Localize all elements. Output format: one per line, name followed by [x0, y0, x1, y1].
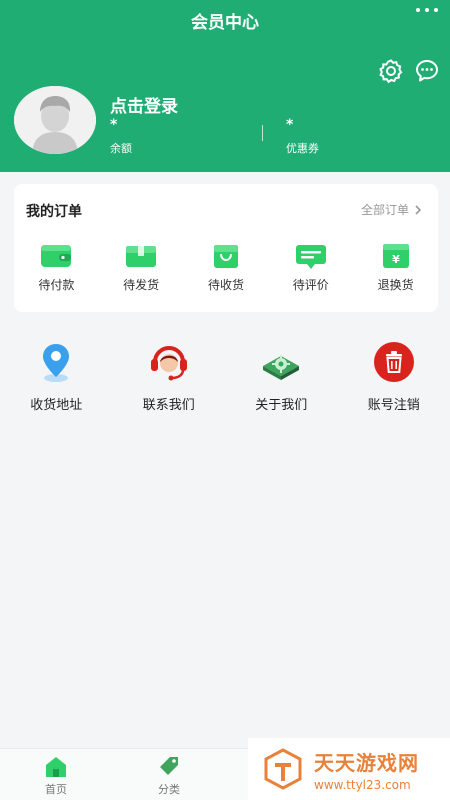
message-icon[interactable]	[414, 58, 440, 84]
tab-home[interactable]: 首页	[26, 755, 86, 797]
settings-gear-icon[interactable]	[378, 58, 404, 84]
service-contact[interactable]: 联系我们	[113, 340, 226, 413]
tab-label: 首页	[45, 783, 67, 796]
order-item-label: 待收货	[207, 278, 244, 292]
watermark-logo-icon	[264, 748, 302, 790]
watermark-url: www.ttyl23.com	[314, 777, 411, 792]
service-label: 收货地址	[30, 398, 83, 413]
page-title: 会员中心	[191, 13, 259, 33]
order-pending-payment[interactable]: 待付款	[21, 242, 91, 293]
service-delete-account[interactable]: 账号注销	[338, 340, 450, 413]
service-label: 联系我们	[142, 398, 195, 413]
comment-card-icon	[295, 245, 326, 269]
order-returns[interactable]: ¥ 退换货	[361, 242, 431, 293]
watermark: 天天游戏网 www.ttyl23.com	[248, 738, 450, 800]
location-pin-icon	[43, 344, 70, 382]
balance-label: 余额	[110, 142, 132, 155]
chevron-right-icon	[415, 204, 422, 215]
orders-title: 我的订单	[26, 204, 82, 220]
all-orders-link[interactable]: 全部订单	[361, 201, 422, 218]
balance-stat[interactable]: * 余额	[110, 118, 132, 156]
tab-label: 分类	[158, 783, 180, 796]
service-address[interactable]: 收货地址	[0, 340, 113, 413]
order-item-label: 待发货	[123, 278, 160, 292]
order-pending-receipt[interactable]: 待收货	[191, 242, 261, 293]
wallet-icon	[41, 245, 72, 267]
gear-board-icon	[263, 355, 300, 380]
coupon-stat[interactable]: * 优惠券	[286, 118, 319, 156]
all-orders-label: 全部订单	[360, 203, 409, 217]
service-about[interactable]: 关于我们	[225, 340, 338, 413]
coupon-value: *	[286, 117, 294, 133]
login-link[interactable]: 点击登录	[110, 92, 178, 117]
watermark-name: 天天游戏网	[314, 750, 419, 775]
orders-card: 我的订单 全部订单 待付款 待发货 待收货 待评价 ¥ 退换货	[14, 184, 438, 312]
order-pending-review[interactable]: 待评价	[276, 242, 346, 293]
balance-value: *	[110, 117, 118, 133]
more-icon[interactable]	[416, 5, 438, 15]
stat-divider	[262, 125, 263, 141]
tag-icon	[160, 757, 178, 775]
coupon-label: 优惠券	[286, 142, 319, 155]
customer-service-icon	[150, 346, 187, 381]
package-icon	[126, 246, 157, 267]
order-item-label: 待评价	[292, 278, 329, 292]
order-item-label: 退换货	[377, 278, 414, 292]
member-header: 会员中心 点击登录 * 余额 * 优惠券	[0, 0, 450, 172]
order-item-label: 待付款	[38, 278, 75, 292]
services-grid: 收货地址 联系我们 关于我们 账号注销	[0, 340, 450, 413]
yen-refund-icon: ¥	[382, 244, 409, 268]
svg-text:¥: ¥	[392, 253, 400, 266]
service-label: 账号注销	[367, 398, 420, 413]
avatar[interactable]	[14, 86, 96, 154]
tab-category[interactable]: 分类	[139, 755, 199, 797]
trash-icon	[373, 342, 414, 382]
home-icon	[46, 757, 66, 777]
service-label: 关于我们	[255, 398, 308, 413]
shopping-bag-icon	[213, 245, 238, 268]
order-pending-shipment[interactable]: 待发货	[106, 242, 176, 293]
